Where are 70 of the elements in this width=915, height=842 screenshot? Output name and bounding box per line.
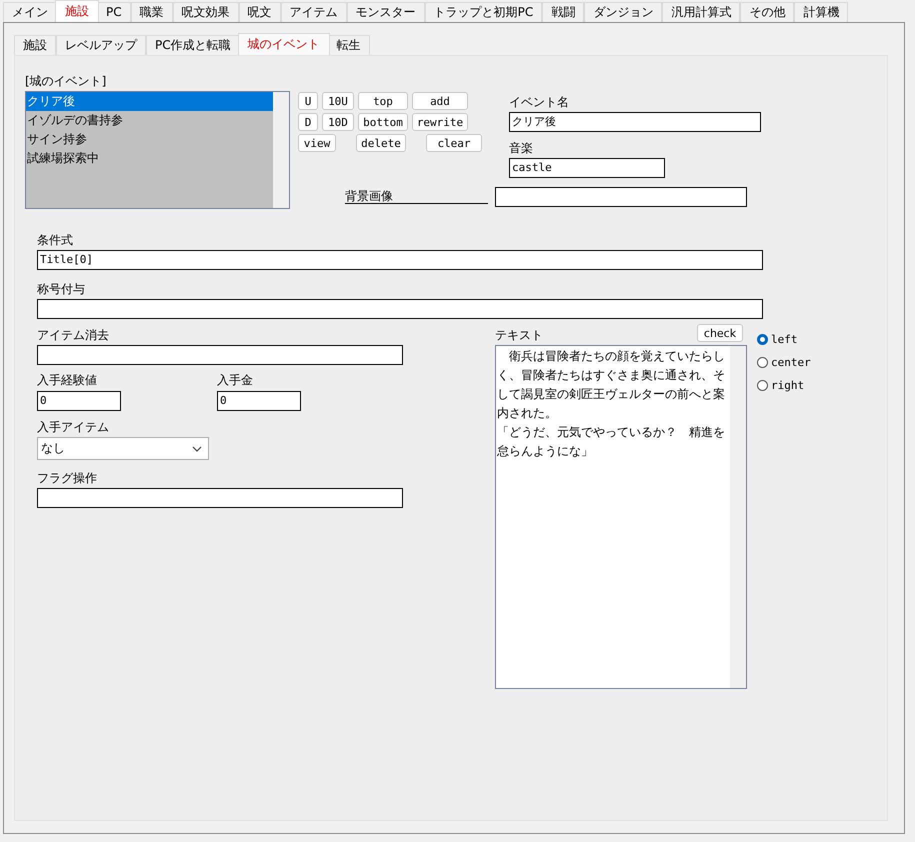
background-image-field[interactable]	[495, 187, 747, 207]
sub-tab[interactable]: 施設	[14, 35, 56, 55]
main-tab[interactable]: モンスター	[346, 2, 425, 22]
item-remove-field[interactable]	[37, 345, 403, 365]
list-item[interactable]: 試練場探索中	[26, 149, 273, 168]
list-button[interactable]: top	[358, 92, 408, 110]
main-tab[interactable]: 施設	[55, 0, 99, 22]
main-tab[interactable]: メイン	[3, 2, 57, 22]
sub-tab[interactable]: PC作成と転職	[146, 35, 240, 55]
event-listbox[interactable]: クリア後 イゾルデの書持参 サイン持参 試練場探索中	[25, 91, 290, 209]
chevron-down-icon	[192, 446, 202, 452]
event-name-field[interactable]: クリア後	[509, 112, 761, 132]
field-label: 音楽	[509, 141, 534, 155]
list-button[interactable]: bottom	[358, 113, 408, 131]
sub-tab[interactable]: 城のイベント	[238, 33, 330, 55]
list-button[interactable]: view	[298, 134, 336, 152]
field-label: 入手経験値	[37, 373, 98, 387]
radio-button[interactable]	[757, 357, 768, 368]
list-button[interactable]: add	[412, 92, 468, 110]
flag-field[interactable]	[37, 488, 403, 508]
main-tab[interactable]: トラップと初期PC	[424, 2, 542, 22]
list-button[interactable]: delete	[356, 134, 406, 152]
scrollbar[interactable]	[273, 92, 289, 208]
condition-field[interactable]: Title[0]	[37, 250, 763, 270]
radio-label[interactable]: right	[771, 379, 804, 392]
main-tab[interactable]: 戦闘	[542, 2, 584, 22]
list-item[interactable]: クリア後	[26, 92, 273, 111]
list-item[interactable]: サイン持参	[26, 130, 273, 149]
field-label: アイテム消去	[37, 328, 110, 342]
list-button[interactable]: 10D	[322, 113, 354, 131]
text-area[interactable]: 衛兵は冒険者たちの顔を覚えていたらしく、冒険者たちはすぐさま奥に通され、そして謁見室の剣匠王ヴェルターの前へと案内された。 「どうだ、元気でやっているか？ 精進を怠らんようにな」	[495, 345, 747, 689]
check-button[interactable]: check	[697, 324, 743, 342]
scrollbar[interactable]	[730, 346, 746, 688]
list-item[interactable]: イゾルデの書持参	[26, 111, 273, 130]
money-field[interactable]: 0	[217, 391, 301, 411]
list-label: [城のイベント]	[25, 74, 108, 88]
sub-tab[interactable]: 転生	[328, 35, 370, 55]
main-tab[interactable]: 計算機	[794, 2, 848, 22]
music-field[interactable]: castle	[509, 158, 665, 178]
sub-tab[interactable]: レベルアップ	[56, 35, 146, 55]
field-label: 入手金	[217, 373, 254, 387]
field-label: 条件式	[37, 233, 74, 247]
main-tab[interactable]: ダンジョン	[584, 2, 662, 22]
main-tab[interactable]: 汎用計算式	[662, 2, 740, 22]
field-label: テキスト	[495, 328, 543, 342]
list-button[interactable]: clear	[426, 134, 482, 152]
title-grant-field[interactable]	[37, 299, 763, 319]
list-button[interactable]: 10U	[322, 92, 354, 110]
list-button[interactable]: D	[298, 113, 318, 131]
main-tab[interactable]: 職業	[130, 2, 173, 22]
radio-label[interactable]: center	[771, 356, 811, 369]
main-tab[interactable]: 呪文	[238, 2, 281, 22]
field-label: 称号付与	[37, 282, 86, 296]
field-label: イベント名	[509, 95, 570, 109]
radio-button[interactable]	[757, 334, 768, 345]
radio-label[interactable]: left	[771, 333, 798, 346]
list-button[interactable]: rewrite	[412, 113, 468, 131]
item-dropdown[interactable]: なし	[37, 437, 209, 460]
main-tab[interactable]: PC	[97, 2, 131, 22]
field-label: 背景画像	[345, 189, 488, 204]
exp-field[interactable]: 0	[37, 391, 121, 411]
list-button[interactable]: U	[298, 92, 318, 110]
field-label: 入手アイテム	[37, 420, 110, 434]
main-tab[interactable]: アイテム	[280, 2, 347, 22]
field-label: フラグ操作	[37, 471, 98, 485]
main-tab[interactable]: その他	[740, 2, 794, 22]
text-paragraph: 「どうだ、元気でやっているか？ 精進を怠らんようにな」	[497, 424, 726, 460]
radio-button[interactable]	[757, 380, 768, 391]
text-paragraph: 衛兵は冒険者たちの顔を覚えていたらしく、冒険者たちはすぐさま奥に通され、そして謁見室の剣匠王ヴェルターの前へと案内された。	[497, 348, 726, 422]
main-tab[interactable]: 呪文効果	[172, 2, 239, 22]
